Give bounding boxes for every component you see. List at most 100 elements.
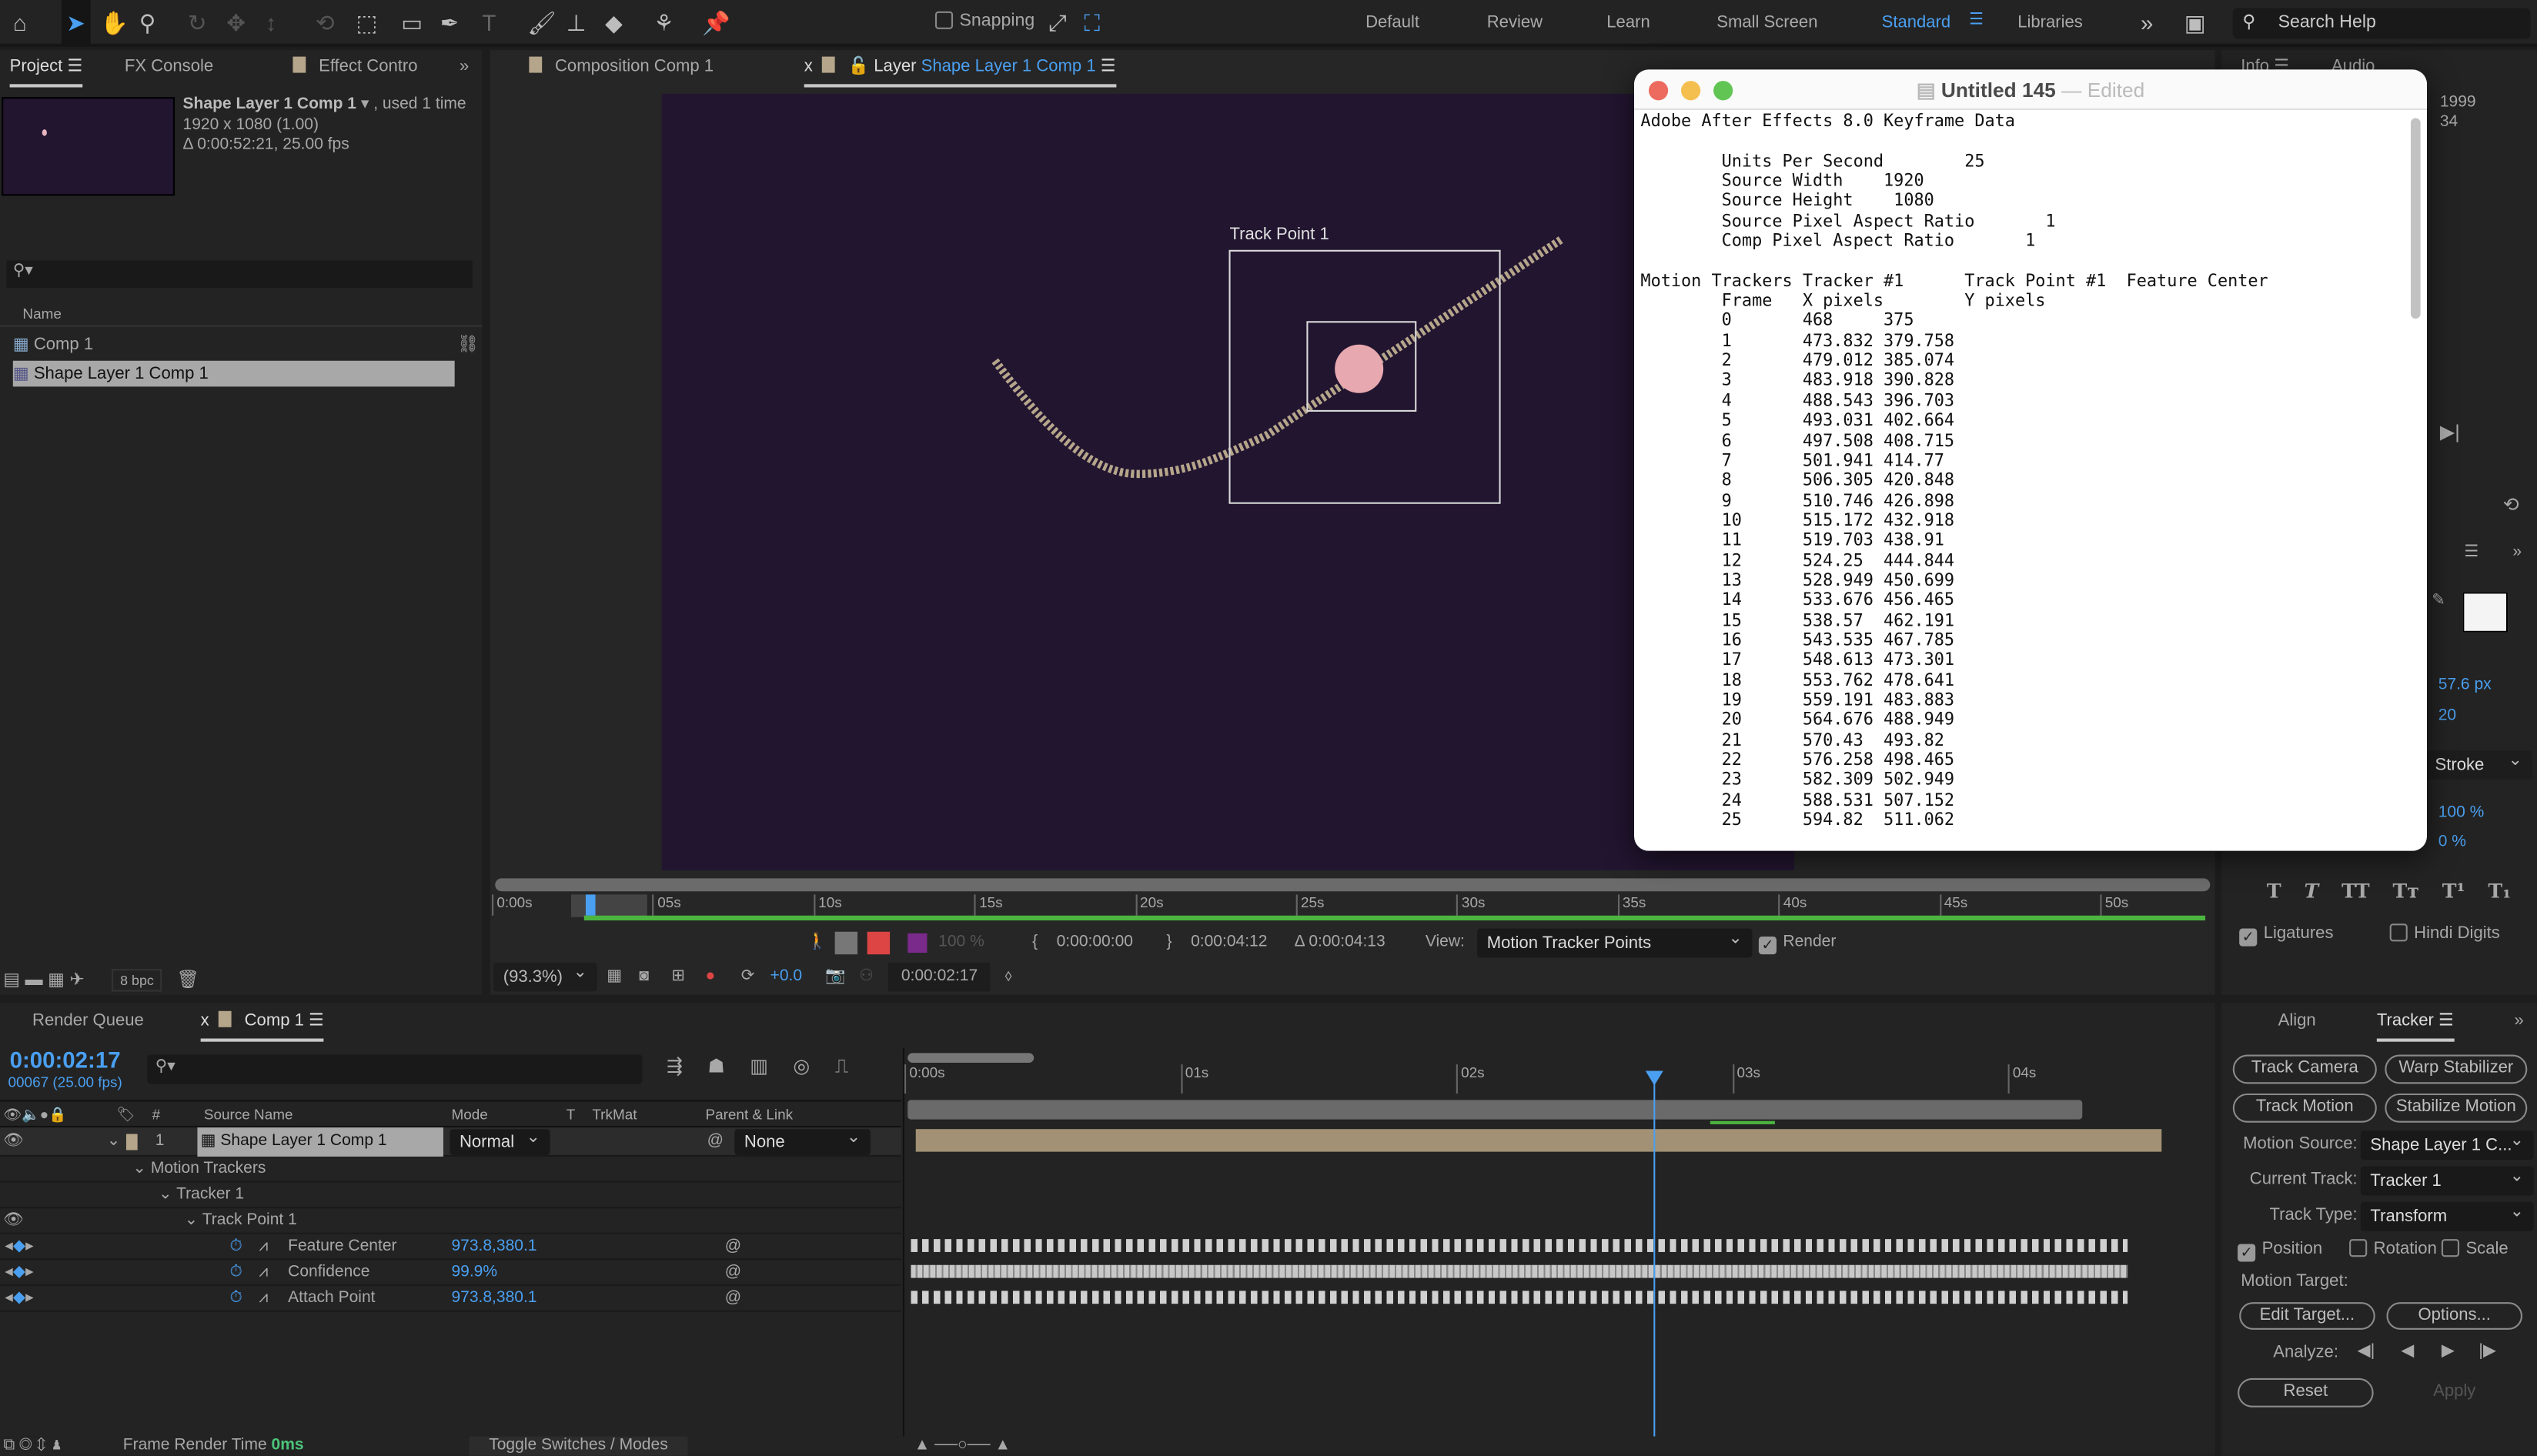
rotation-checkbox[interactable]: Rotation	[2349, 1239, 2437, 1258]
workspace-review[interactable]: Review	[1487, 13, 1543, 32]
new-folder-icon[interactable]: ▬	[25, 970, 43, 990]
stopwatch-icon[interactable]: ⏱	[229, 1260, 242, 1286]
snapping-toggle[interactable]: Snapping	[934, 11, 1035, 31]
interpret-footage-icon[interactable]: ▤	[3, 970, 20, 990]
feature-center-keyframes[interactable]	[911, 1239, 2128, 1252]
parent-dropdown[interactable]: None	[734, 1124, 871, 1155]
baseline-shift-value[interactable]: 0 %	[2438, 833, 2466, 851]
in-point-icon[interactable]: {	[1032, 927, 1038, 959]
composition-flowchart-icon[interactable]: ⇶	[667, 1055, 683, 1077]
reset-icon[interactable]: ⟲	[2503, 493, 2519, 516]
edit-target-button[interactable]: Edit Target...	[2239, 1302, 2375, 1330]
label-swatch[interactable]	[125, 1134, 138, 1150]
apply-button[interactable]: Apply	[2386, 1378, 2523, 1408]
new-comp-icon[interactable]: ▦	[48, 970, 65, 990]
workspace-small-screen[interactable]: Small Screen	[1716, 13, 1817, 32]
walk-icon[interactable]: 🚶	[807, 927, 827, 959]
more-workspaces-icon[interactable]: »	[2141, 0, 2153, 45]
draft-3d-icon[interactable]: ☗	[707, 1055, 725, 1077]
col-number[interactable]: #	[152, 1101, 161, 1127]
snapshot-icon[interactable]: 📷	[825, 959, 845, 994]
exposure-value[interactable]: +0.0	[770, 959, 803, 994]
col-parent[interactable]: Parent & Link	[705, 1101, 793, 1127]
in-point[interactable]: 0:00:00:00	[1057, 927, 1133, 959]
analyze-forward-icon[interactable]: ▶	[2442, 1341, 2455, 1361]
pickwhip-icon[interactable]: @	[725, 1234, 741, 1261]
workspace-default[interactable]: Default	[1365, 13, 1419, 32]
position-checkbox[interactable]: ✓ Position	[2238, 1239, 2322, 1262]
mask-visibility-icon[interactable]: ◙	[639, 959, 649, 994]
column-name[interactable]: Name	[0, 302, 483, 327]
roto-brush-icon[interactable]: ⚘	[653, 0, 674, 45]
stroke-dropdown[interactable]: Stroke	[2425, 746, 2532, 780]
pickwhip-icon[interactable]: @	[725, 1260, 741, 1286]
tab-fx-console[interactable]: FX Console	[125, 48, 213, 84]
type-tool-icon[interactable]: T	[482, 0, 496, 45]
home-icon[interactable]: ⌂	[13, 0, 27, 45]
tab-comp1[interactable]: x Comp 1 ☰	[200, 1003, 324, 1042]
eraser-tool-icon[interactable]: ◆	[605, 0, 623, 45]
workspace-learn[interactable]: Learn	[1606, 13, 1650, 32]
keyframe-nav[interactable]: ◂◆▸	[5, 1234, 33, 1261]
current-time-indicator[interactable]	[585, 894, 596, 916]
property-row[interactable]: ◂◆▸ ⏱ ⩘ Confidence 99.9% @	[0, 1260, 901, 1287]
text-style-buttons[interactable]: T T TT Tт T¹ T₁	[2267, 880, 2511, 902]
motion-source-dropdown[interactable]: Shape Layer 1 C...	[2360, 1126, 2534, 1160]
current-track-dropdown[interactable]: Tracker 1	[2360, 1161, 2534, 1196]
project-search-input[interactable]: ⚲▾	[6, 260, 473, 289]
layer-name[interactable]: ▦ Shape Layer 1 Comp 1	[197, 1127, 443, 1157]
project-item-shape-layer-comp[interactable]: ▦ Shape Layer 1 Comp 1	[12, 360, 455, 387]
col-source-name[interactable]: Source Name	[204, 1101, 293, 1127]
layer-scrub-bar[interactable]	[495, 878, 2211, 892]
rotate-tool-icon[interactable]: ⟲	[316, 0, 335, 45]
playhead[interactable]	[1645, 1070, 1663, 1437]
view-dropdown[interactable]: Motion Tracker Points	[1477, 923, 1753, 958]
time-navigator[interactable]	[908, 1053, 1035, 1064]
track-motion-button[interactable]: Track Motion	[2232, 1093, 2377, 1123]
brush-tool-icon[interactable]: 🖌	[527, 0, 556, 45]
character-menu-icon[interactable]: ☰	[2464, 543, 2479, 561]
out-point-icon[interactable]: }	[1167, 927, 1172, 959]
attach-point-keyframes[interactable]	[911, 1291, 2128, 1304]
dolly-tool-icon[interactable]: ↕	[266, 0, 277, 45]
warp-stabilizer-button[interactable]: Warp Stabilizer	[2385, 1054, 2528, 1084]
timeline-ruler[interactable]: 0:00s 01s 02s 03s 04s	[904, 1064, 2183, 1097]
property-value[interactable]: 973.8,380.1	[451, 1286, 536, 1312]
current-time-field[interactable]: 0:00:02:17	[887, 962, 991, 992]
grid-snap-icon[interactable]: ⛶	[1084, 0, 1100, 45]
reset-exposure-icon[interactable]: ⟳	[741, 959, 755, 994]
flowchart-icon[interactable]: ⛓	[457, 332, 479, 358]
show-snapshot-icon[interactable]: ⚇	[859, 959, 874, 994]
graph-icon[interactable]: ⩘	[259, 1286, 268, 1312]
workspace-layout-icon[interactable]: ▣	[2184, 0, 2206, 45]
toggle-switches-modes-button[interactable]: Toggle Switches / Modes	[469, 1436, 688, 1456]
group-motion-trackers[interactable]: ⌄ Motion Trackers	[0, 1157, 901, 1183]
timeline-current-time[interactable]: 0:00:02:17	[10, 1047, 121, 1073]
window-titlebar[interactable]: ▤ Untitled 145 — Edited	[1634, 69, 2427, 110]
tab-project[interactable]: Project ☰	[9, 48, 83, 88]
visibility-icon[interactable]: 👁	[3, 1208, 24, 1234]
color-swatch[interactable]	[908, 933, 928, 953]
snap-options-icon[interactable]: ⤢	[1048, 0, 1067, 45]
col-trkmat[interactable]: TrkMat	[592, 1101, 637, 1127]
analyze-backward-icon[interactable]: ◀	[2401, 1341, 2414, 1361]
graph-icon[interactable]: ⩘	[259, 1260, 268, 1286]
layer-duration-bar[interactable]	[915, 1129, 2162, 1152]
visibility-icon[interactable]: 👁	[3, 1127, 24, 1157]
puppet-pin-icon[interactable]: 📌	[702, 0, 730, 45]
rectangle-tool-icon[interactable]: ▭	[401, 0, 423, 45]
onion-red-icon[interactable]	[867, 931, 891, 955]
property-value[interactable]: 973.8,380.1	[451, 1234, 536, 1261]
search-help-input[interactable]: ⚲ Search Help	[2232, 8, 2531, 39]
analyze-back-one-icon[interactable]: ◀|	[2358, 1341, 2375, 1361]
stopwatch-icon[interactable]: ⏱	[229, 1234, 242, 1261]
mode-dropdown[interactable]: Normal	[450, 1124, 550, 1155]
selection-tool-icon[interactable]: ➤	[61, 0, 91, 45]
reset-button[interactable]: Reset	[2238, 1378, 2374, 1408]
frame-blending-icon[interactable]: ▥	[750, 1055, 768, 1077]
hindi-digits-checkbox[interactable]: Hindi Digits	[2389, 923, 2500, 943]
property-value[interactable]: 99.9%	[451, 1260, 497, 1286]
more-tabs-icon[interactable]: »	[2512, 543, 2522, 561]
stabilize-motion-button[interactable]: Stabilize Motion	[2385, 1093, 2528, 1123]
channel-icon[interactable]: ●	[705, 959, 715, 994]
